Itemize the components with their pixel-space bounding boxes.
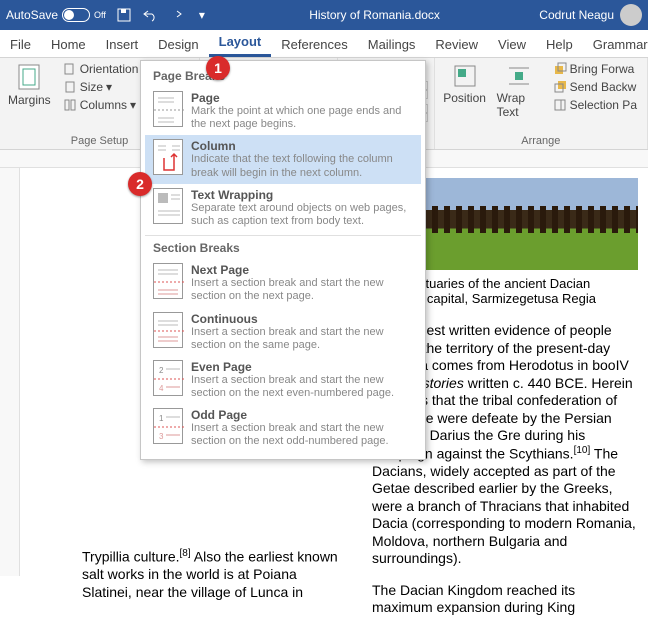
toggle-off-icon (62, 8, 90, 22)
body-text: Trypillia culture.[8] Also the earliest … (82, 548, 348, 601)
bring-forward-icon (553, 62, 567, 76)
break-odd-page[interactable]: 13 Odd PageInsert a section break and st… (145, 404, 421, 452)
tab-references[interactable]: References (271, 32, 357, 57)
tab-grammarly[interactable]: Grammarly (583, 32, 648, 57)
svg-text:1: 1 (159, 414, 164, 423)
columns-icon (63, 98, 77, 112)
svg-text:3: 3 (159, 432, 164, 441)
tab-file[interactable]: File (0, 32, 41, 57)
size-icon (63, 80, 77, 94)
continuous-break-icon (153, 312, 183, 348)
position-icon (452, 63, 478, 89)
selection-pane-button[interactable]: Selection Pa (549, 97, 641, 113)
break-next-page[interactable]: Next PageInsert a section break and star… (145, 259, 421, 307)
autosave-toggle[interactable]: AutoSave Off (6, 8, 106, 22)
tab-insert[interactable]: Insert (96, 32, 149, 57)
send-backward-button[interactable]: Send Backw (549, 79, 641, 95)
quick-access-toolbar: ▾ (116, 7, 210, 23)
next-page-break-icon (153, 263, 183, 299)
bring-forward-button[interactable]: Bring Forwa (549, 61, 641, 77)
wrap-text-icon (506, 63, 532, 89)
tab-design[interactable]: Design (148, 32, 208, 57)
break-page[interactable]: PageMark the point at which one page end… (145, 87, 421, 135)
arrange-label: Arrange (441, 135, 641, 147)
tab-home[interactable]: Home (41, 32, 96, 57)
qat-dropdown-icon[interactable]: ▾ (194, 7, 210, 23)
autosave-label: AutoSave (6, 8, 58, 22)
tab-view[interactable]: View (488, 32, 536, 57)
section-breaks-heading: Section Breaks (145, 239, 421, 259)
position-button[interactable]: Position (441, 61, 489, 121)
orientation-button[interactable]: Orientation ▾ (59, 61, 152, 77)
break-column[interactable]: ColumnIndicate that the text following t… (145, 135, 421, 183)
document-title: History of Romania.docx (210, 8, 539, 22)
page-breaks-heading: Page Breaks (145, 67, 421, 87)
autosave-state: Off (94, 10, 106, 20)
tab-layout[interactable]: Layout (209, 29, 272, 57)
save-icon[interactable] (116, 7, 132, 23)
send-backward-icon (553, 80, 567, 94)
page-break-icon (153, 91, 183, 127)
orientation-icon (63, 62, 77, 76)
avatar (620, 4, 642, 26)
svg-text:2: 2 (159, 366, 164, 375)
column-break-icon (153, 139, 183, 175)
columns-button[interactable]: Columns ▾ (59, 97, 152, 113)
odd-page-break-icon: 13 (153, 408, 183, 444)
wrap-text-button[interactable]: Wrap Text (495, 61, 543, 121)
title-bar: AutoSave Off ▾ History of Romania.docx C… (0, 0, 648, 30)
user-account[interactable]: Codrut Neagu (539, 4, 642, 26)
tab-review[interactable]: Review (425, 32, 488, 57)
redo-icon[interactable] (168, 7, 184, 23)
svg-text:4: 4 (159, 384, 164, 393)
undo-icon[interactable] (142, 7, 158, 23)
vertical-ruler[interactable] (0, 168, 20, 576)
size-button[interactable]: Size ▾ (59, 79, 152, 95)
ribbon-tabs: File Home Insert Design Layout Reference… (0, 30, 648, 58)
margins-button[interactable]: Margins (6, 61, 53, 113)
break-text-wrapping[interactable]: Text WrappingSeparate text around object… (145, 184, 421, 232)
break-even-page[interactable]: 24 Even PageInsert a section break and s… (145, 356, 421, 404)
break-continuous[interactable]: ContinuousInsert a section break and sta… (145, 308, 421, 356)
user-name: Codrut Neagu (539, 8, 614, 22)
annotation-callout-1: 1 (206, 56, 230, 80)
selection-pane-icon (553, 98, 567, 112)
tab-mailings[interactable]: Mailings (358, 32, 426, 57)
text-wrapping-break-icon (153, 188, 183, 224)
tab-help[interactable]: Help (536, 32, 583, 57)
breaks-dropdown: Page Breaks PageMark the point at which … (140, 60, 426, 460)
margins-icon (15, 63, 43, 91)
annotation-callout-2: 2 (128, 172, 152, 196)
body-text: The Dacian Kingdom reached its maximum e… (372, 582, 638, 617)
even-page-break-icon: 24 (153, 360, 183, 396)
